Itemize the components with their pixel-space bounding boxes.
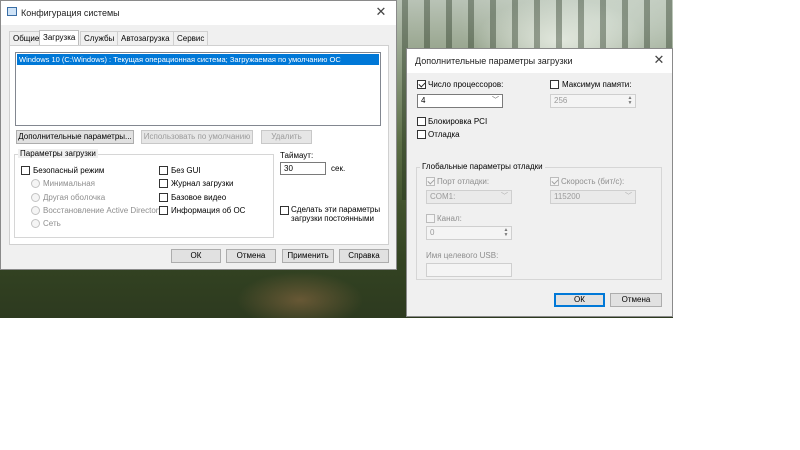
os-boot-info-label: Информация об ОС bbox=[171, 206, 246, 215]
chevron-down-icon: ﹀ bbox=[492, 97, 499, 104]
alternate-shell-radio[interactable] bbox=[31, 193, 40, 202]
max-memory-value: 256 bbox=[554, 96, 568, 105]
channel-checkbox[interactable] bbox=[426, 214, 435, 223]
dialog-ok-button[interactable]: ОК bbox=[554, 293, 605, 307]
debug-label: Отладка bbox=[428, 130, 460, 139]
max-memory-label: Максимум памяти: bbox=[562, 80, 632, 89]
debug-port-select[interactable]: COM1: ﹀ bbox=[426, 190, 512, 204]
help-button[interactable]: Справка bbox=[339, 249, 389, 263]
channel-label: Канал: bbox=[437, 214, 462, 223]
os-list-item[interactable]: Windows 10 (C:\Windows) : Текущая операц… bbox=[17, 54, 379, 65]
network-radio[interactable] bbox=[31, 219, 40, 228]
tab-startup[interactable]: Автозагрузка bbox=[117, 31, 174, 45]
make-permanent-checkbox[interactable] bbox=[280, 206, 289, 215]
debug-port-checkbox[interactable] bbox=[426, 177, 435, 186]
baud-rate-label: Скорость (бит/с): bbox=[561, 177, 625, 186]
max-memory-spinner-icon[interactable]: ▲ ▼ bbox=[626, 96, 634, 106]
window-title: Конфигурация системы bbox=[21, 8, 120, 18]
alternate-shell-label: Другая оболочка bbox=[43, 193, 106, 202]
max-memory-checkbox[interactable] bbox=[550, 80, 559, 89]
baud-rate-checkbox[interactable] bbox=[550, 177, 559, 186]
chevron-down-icon: ﹀ bbox=[501, 193, 508, 200]
network-label: Сеть bbox=[43, 219, 61, 228]
minimal-radio[interactable] bbox=[31, 179, 40, 188]
dialog-title-bar: Дополнительные параметры загрузки ✕ bbox=[407, 49, 672, 73]
delete-button[interactable]: Удалить bbox=[261, 130, 312, 144]
no-gui-label: Без GUI bbox=[171, 166, 201, 175]
max-memory-input[interactable]: 256 ▲ ▼ bbox=[550, 94, 636, 108]
tab-services[interactable]: Службы bbox=[80, 31, 119, 45]
debug-checkbox[interactable] bbox=[417, 130, 426, 139]
os-boot-info-checkbox[interactable] bbox=[159, 206, 168, 215]
base-video-label: Базовое видео bbox=[171, 193, 227, 202]
boot-options-title: Параметры загрузки bbox=[18, 149, 98, 158]
close-icon[interactable]: ✕ bbox=[374, 5, 388, 19]
advanced-options-button[interactable]: Дополнительные параметры... bbox=[16, 130, 134, 144]
no-gui-checkbox[interactable] bbox=[159, 166, 168, 175]
boot-log-label: Журнал загрузки bbox=[171, 179, 234, 188]
boot-log-checkbox[interactable] bbox=[159, 179, 168, 188]
make-permanent-line2: загрузки постоянными bbox=[291, 214, 374, 223]
timeout-label: Таймаут: bbox=[280, 151, 314, 160]
app-icon bbox=[7, 7, 17, 16]
baud-rate-value: 115200 bbox=[554, 192, 581, 201]
channel-value: 0 bbox=[430, 228, 435, 237]
channel-input[interactable]: 0 ▲ ▼ bbox=[426, 226, 512, 240]
title-bar: Конфигурация системы ✕ bbox=[1, 1, 396, 25]
timeout-input[interactable]: 30 bbox=[280, 162, 326, 175]
num-processors-label: Число процессоров: bbox=[428, 80, 504, 89]
ad-repair-radio[interactable] bbox=[31, 206, 40, 215]
num-processors-select[interactable]: 4 ﹀ bbox=[417, 94, 503, 108]
apply-button[interactable]: Применить bbox=[282, 249, 334, 263]
tab-tools[interactable]: Сервис bbox=[173, 31, 209, 45]
ok-button[interactable]: ОК bbox=[171, 249, 221, 263]
cancel-button[interactable]: Отмена bbox=[226, 249, 276, 263]
safe-boot-checkbox[interactable] bbox=[21, 166, 30, 175]
base-video-checkbox[interactable] bbox=[159, 193, 168, 202]
pci-lock-label: Блокировка PCI bbox=[428, 117, 488, 126]
usb-target-label: Имя целевого USB: bbox=[426, 251, 499, 260]
safe-boot-label: Безопасный режим bbox=[33, 166, 105, 175]
chevron-down-icon: ﹀ bbox=[625, 193, 632, 200]
set-as-default-button[interactable]: Использовать по умолчанию bbox=[141, 130, 253, 144]
minimal-label: Минимальная bbox=[43, 179, 96, 188]
ad-repair-label: Восстановление Active Directory bbox=[43, 206, 163, 215]
make-permanent-line1: Сделать эти параметры bbox=[291, 205, 381, 214]
dialog-title: Дополнительные параметры загрузки bbox=[415, 56, 573, 66]
dialog-close-icon[interactable]: ✕ bbox=[652, 53, 666, 67]
debug-port-value: COM1: bbox=[430, 192, 456, 201]
channel-spinner-icon[interactable]: ▲ ▼ bbox=[502, 228, 510, 238]
global-debug-title: Глобальные параметры отладки bbox=[420, 162, 545, 171]
usb-target-input[interactable] bbox=[426, 263, 512, 277]
advanced-boot-options-dialog: Дополнительные параметры загрузки ✕ Числ… bbox=[406, 48, 673, 317]
tab-boot[interactable]: Загрузка bbox=[39, 30, 80, 45]
system-configuration-window: Конфигурация системы ✕ Общие Загрузка Сл… bbox=[0, 0, 397, 270]
pci-lock-checkbox[interactable] bbox=[417, 117, 426, 126]
num-processors-value: 4 bbox=[421, 96, 426, 105]
os-list[interactable]: Windows 10 (C:\Windows) : Текущая операц… bbox=[15, 52, 381, 126]
dialog-cancel-button[interactable]: Отмена bbox=[610, 293, 662, 307]
debug-port-label: Порт отладки: bbox=[437, 177, 490, 186]
num-processors-checkbox[interactable] bbox=[417, 80, 426, 89]
timeout-unit: сек. bbox=[331, 164, 346, 173]
baud-rate-select[interactable]: 115200 ﹀ bbox=[550, 190, 636, 204]
